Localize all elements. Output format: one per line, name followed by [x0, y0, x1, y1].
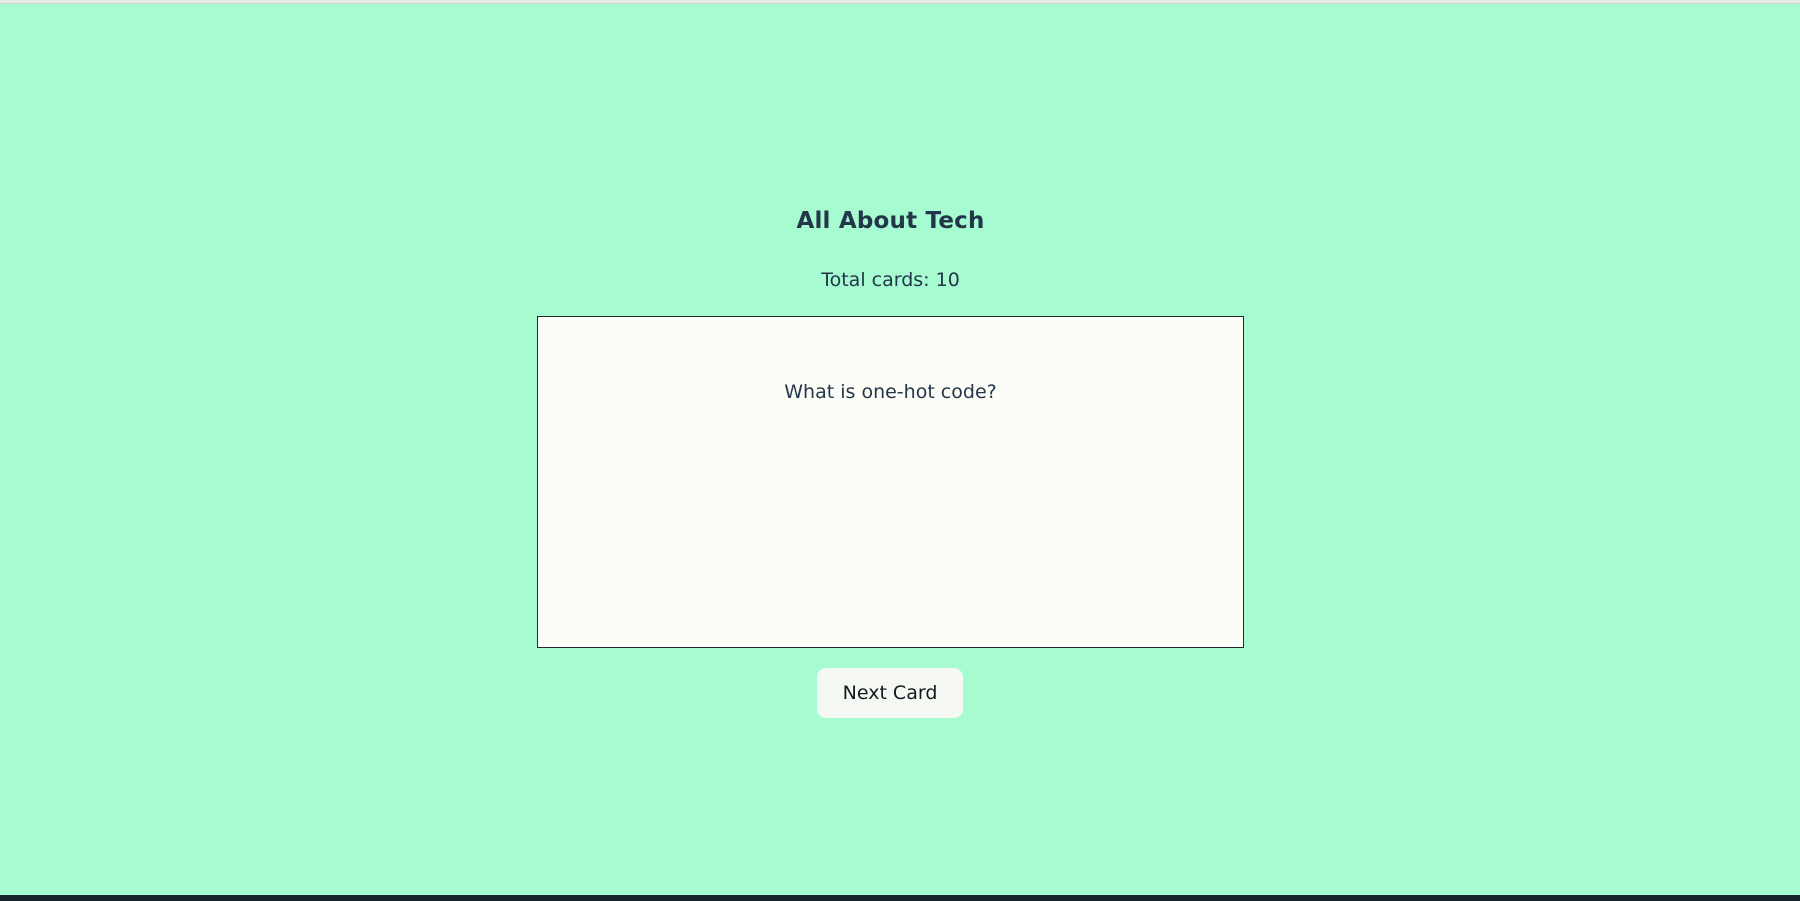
flashcard-app: All About Tech Total cards: 10 What is o… [0, 0, 1800, 895]
page-title: All About Tech [796, 208, 985, 234]
total-cards-count: Total cards: 10 [821, 269, 960, 291]
flashcard-question: What is one-hot code? [784, 381, 997, 403]
flashcard[interactable]: What is one-hot code? [537, 316, 1244, 648]
next-card-button[interactable]: Next Card [817, 668, 963, 718]
taskbar-edge [0, 895, 1800, 901]
